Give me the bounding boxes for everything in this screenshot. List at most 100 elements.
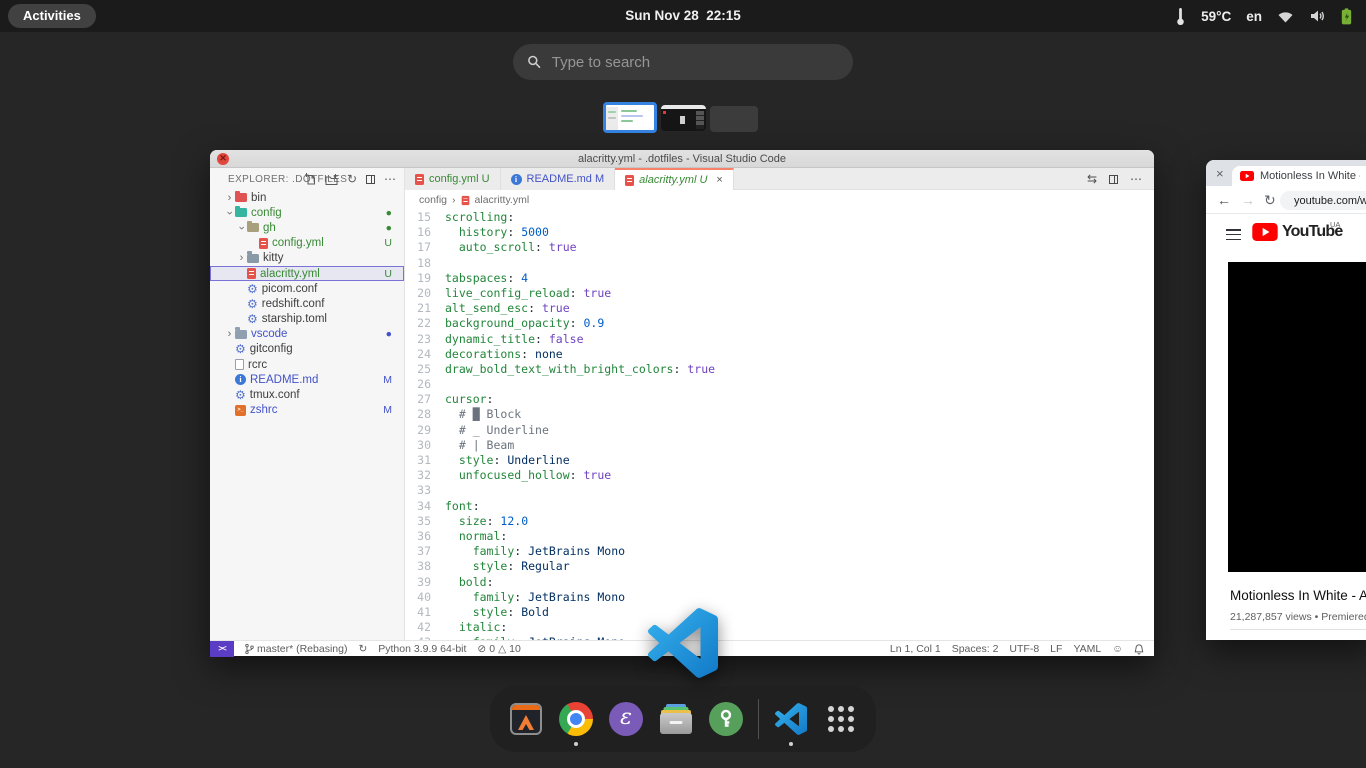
dock-icon-files[interactable]	[658, 701, 694, 737]
code-line-18[interactable]: 18	[405, 256, 1154, 271]
code-line-25[interactable]: 25draw_bold_text_with_bright_colors: tru…	[405, 362, 1154, 377]
code-editor[interactable]: 15scrolling:16 history: 500017 auto_scro…	[405, 210, 1154, 640]
activities-button[interactable]: Activities	[8, 4, 96, 28]
indentation[interactable]: Spaces: 2	[952, 643, 999, 655]
dock-icon-chrome[interactable]	[558, 701, 594, 737]
dock-icon-emacs[interactable]: ε	[608, 701, 644, 737]
code-line-34[interactable]: 34font:	[405, 499, 1154, 514]
tree-item-starship.toml[interactable]: ⚙starship.toml	[210, 312, 404, 327]
code-line-15[interactable]: 15scrolling:	[405, 210, 1154, 225]
git-branch-status[interactable]: master* (Rebasing)	[245, 643, 347, 655]
code-line-29[interactable]: 29 # _ Underline	[405, 423, 1154, 438]
breadcrumb-file[interactable]: alacritty.yml	[475, 194, 530, 206]
video-player[interactable]	[1228, 262, 1366, 572]
forward-button[interactable]: →	[1241, 186, 1255, 214]
feedback-smiley-icon[interactable]: ☺	[1112, 643, 1123, 655]
tree-item-tmux.conf[interactable]: ⚙tmux.conf	[210, 387, 404, 402]
workspace-thumbnail-1[interactable]	[603, 102, 657, 133]
code-line-17[interactable]: 17 auto_scroll: true	[405, 240, 1154, 255]
tree-item-vscode[interactable]: ›vscode●	[210, 327, 404, 342]
git-sync-icon[interactable]: ↻	[358, 643, 367, 655]
code-line-36[interactable]: 36 normal:	[405, 529, 1154, 544]
tree-chevron-icon[interactable]: ›	[224, 328, 235, 340]
encoding[interactable]: UTF-8	[1009, 643, 1039, 655]
system-tray[interactable]: 59°C en	[1175, 0, 1352, 32]
tab-close-icon[interactable]: ×	[716, 174, 722, 186]
address-bar[interactable]: youtube.com/wa	[1280, 191, 1366, 210]
problems-status[interactable]: ⊘ 0 △ 10	[477, 643, 520, 655]
tree-item-alacritty.yml[interactable]: alacritty.ymlU	[210, 266, 404, 281]
code-line-38[interactable]: 38 style: Regular	[405, 559, 1154, 574]
tree-chevron-icon[interactable]: ›	[224, 207, 236, 218]
reload-button[interactable]: ↻	[1264, 186, 1276, 214]
dock-icon-vscode[interactable]	[773, 701, 809, 737]
keyboard-layout-indicator[interactable]: en	[1246, 9, 1262, 24]
clock[interactable]: Sun Nov 28 22:15	[625, 0, 741, 32]
tree-item-picom.conf[interactable]: ⚙picom.conf	[210, 281, 404, 296]
code-line-31[interactable]: 31 style: Underline	[405, 453, 1154, 468]
code-line-20[interactable]: 20live_config_reload: true	[405, 286, 1154, 301]
code-line-40[interactable]: 40 family: JetBrains Mono	[405, 590, 1154, 605]
tree-item-redshift.conf[interactable]: ⚙redshift.conf	[210, 296, 404, 311]
eol-sequence[interactable]: LF	[1050, 643, 1062, 655]
new-folder-icon[interactable]	[325, 174, 338, 185]
youtube-logo[interactable]: YouTube	[1252, 223, 1342, 241]
remote-indicator[interactable]: ><	[210, 641, 234, 657]
split-editor-icon[interactable]	[1109, 175, 1118, 184]
editor-more-actions-icon[interactable]: ⋯	[1130, 172, 1142, 186]
open-changes-icon[interactable]: ⇆	[1087, 172, 1097, 186]
vscode-window[interactable]: alacritty.yml - .dotfiles - Visual Studi…	[210, 150, 1154, 656]
editor-tab-alacritty.yml[interactable]: alacritty.yml U×	[615, 168, 734, 190]
tree-chevron-icon[interactable]: ›	[236, 252, 247, 264]
tree-chevron-icon[interactable]: ›	[236, 222, 248, 233]
code-line-41[interactable]: 41 style: Bold	[405, 605, 1154, 620]
notifications-bell-icon[interactable]	[1134, 644, 1144, 655]
breadcrumb-folder[interactable]: config	[419, 194, 447, 206]
new-file-icon[interactable]	[305, 173, 316, 185]
code-line-30[interactable]: 30 # | Beam	[405, 438, 1154, 453]
tree-item-gitconfig[interactable]: ⚙gitconfig	[210, 342, 404, 357]
dock-icon-keepassxc[interactable]	[708, 701, 744, 737]
breadcrumb[interactable]: config › alacritty.yml	[405, 190, 1154, 210]
search-input[interactable]	[552, 54, 839, 71]
back-button[interactable]: ←	[1217, 186, 1231, 214]
menu-hamburger-icon[interactable]	[1226, 229, 1241, 243]
explorer-more-actions-icon[interactable]: ⋯	[384, 173, 396, 185]
dock-icon-alacritty[interactable]	[508, 701, 544, 737]
cursor-position[interactable]: Ln 1, Col 1	[890, 643, 941, 655]
tree-chevron-icon[interactable]: ›	[224, 192, 235, 204]
code-line-42[interactable]: 42 italic:	[405, 620, 1154, 635]
chrome-active-tab[interactable]: Motionless In White - A	[1232, 166, 1366, 186]
tab-close-icon[interactable]: ×	[1216, 166, 1224, 181]
chrome-window[interactable]: × Motionless In White - A ← → ↻	[1206, 160, 1366, 640]
code-line-19[interactable]: 19tabspaces: 4	[405, 271, 1154, 286]
tree-item-README.md[interactable]: iREADME.mdM	[210, 372, 404, 387]
python-interpreter[interactable]: Python 3.9.9 64-bit	[378, 643, 466, 655]
code-line-26[interactable]: 26	[405, 377, 1154, 392]
code-line-24[interactable]: 24decorations: none	[405, 347, 1154, 362]
code-line-32[interactable]: 32 unfocused_hollow: true	[405, 468, 1154, 483]
tree-item-bin[interactable]: ›bin	[210, 190, 404, 205]
refresh-explorer-icon[interactable]: ↻	[347, 173, 357, 185]
vscode-titlebar[interactable]: alacritty.yml - .dotfiles - Visual Studi…	[210, 150, 1154, 168]
editor-tab-README.md[interactable]: iREADME.md M	[501, 168, 616, 190]
tree-item-rcrc[interactable]: rcrc	[210, 357, 404, 372]
code-line-33[interactable]: 33	[405, 483, 1154, 498]
code-line-23[interactable]: 23dynamic_title: false	[405, 332, 1154, 347]
collapse-folders-icon[interactable]	[366, 175, 375, 184]
code-line-21[interactable]: 21alt_send_esc: true	[405, 301, 1154, 316]
code-line-35[interactable]: 35 size: 12.0	[405, 514, 1154, 529]
editor-tab-config.yml[interactable]: config.yml U	[405, 168, 501, 190]
workspace-thumbnail-3[interactable]	[710, 106, 758, 132]
overview-search[interactable]	[513, 44, 853, 80]
tree-item-kitty[interactable]: ›kitty	[210, 251, 404, 266]
code-line-22[interactable]: 22background_opacity: 0.9	[405, 316, 1154, 331]
language-mode[interactable]: YAML	[1073, 643, 1101, 655]
vscode-app-icon-large[interactable]	[648, 608, 718, 678]
tree-item-zshrc[interactable]: >_zshrcM	[210, 403, 404, 418]
tree-item-config[interactable]: ›config●	[210, 205, 404, 220]
code-line-39[interactable]: 39 bold:	[405, 575, 1154, 590]
tree-item-gh[interactable]: ›gh●	[210, 220, 404, 235]
code-line-16[interactable]: 16 history: 5000	[405, 225, 1154, 240]
code-line-37[interactable]: 37 family: JetBrains Mono	[405, 544, 1154, 559]
